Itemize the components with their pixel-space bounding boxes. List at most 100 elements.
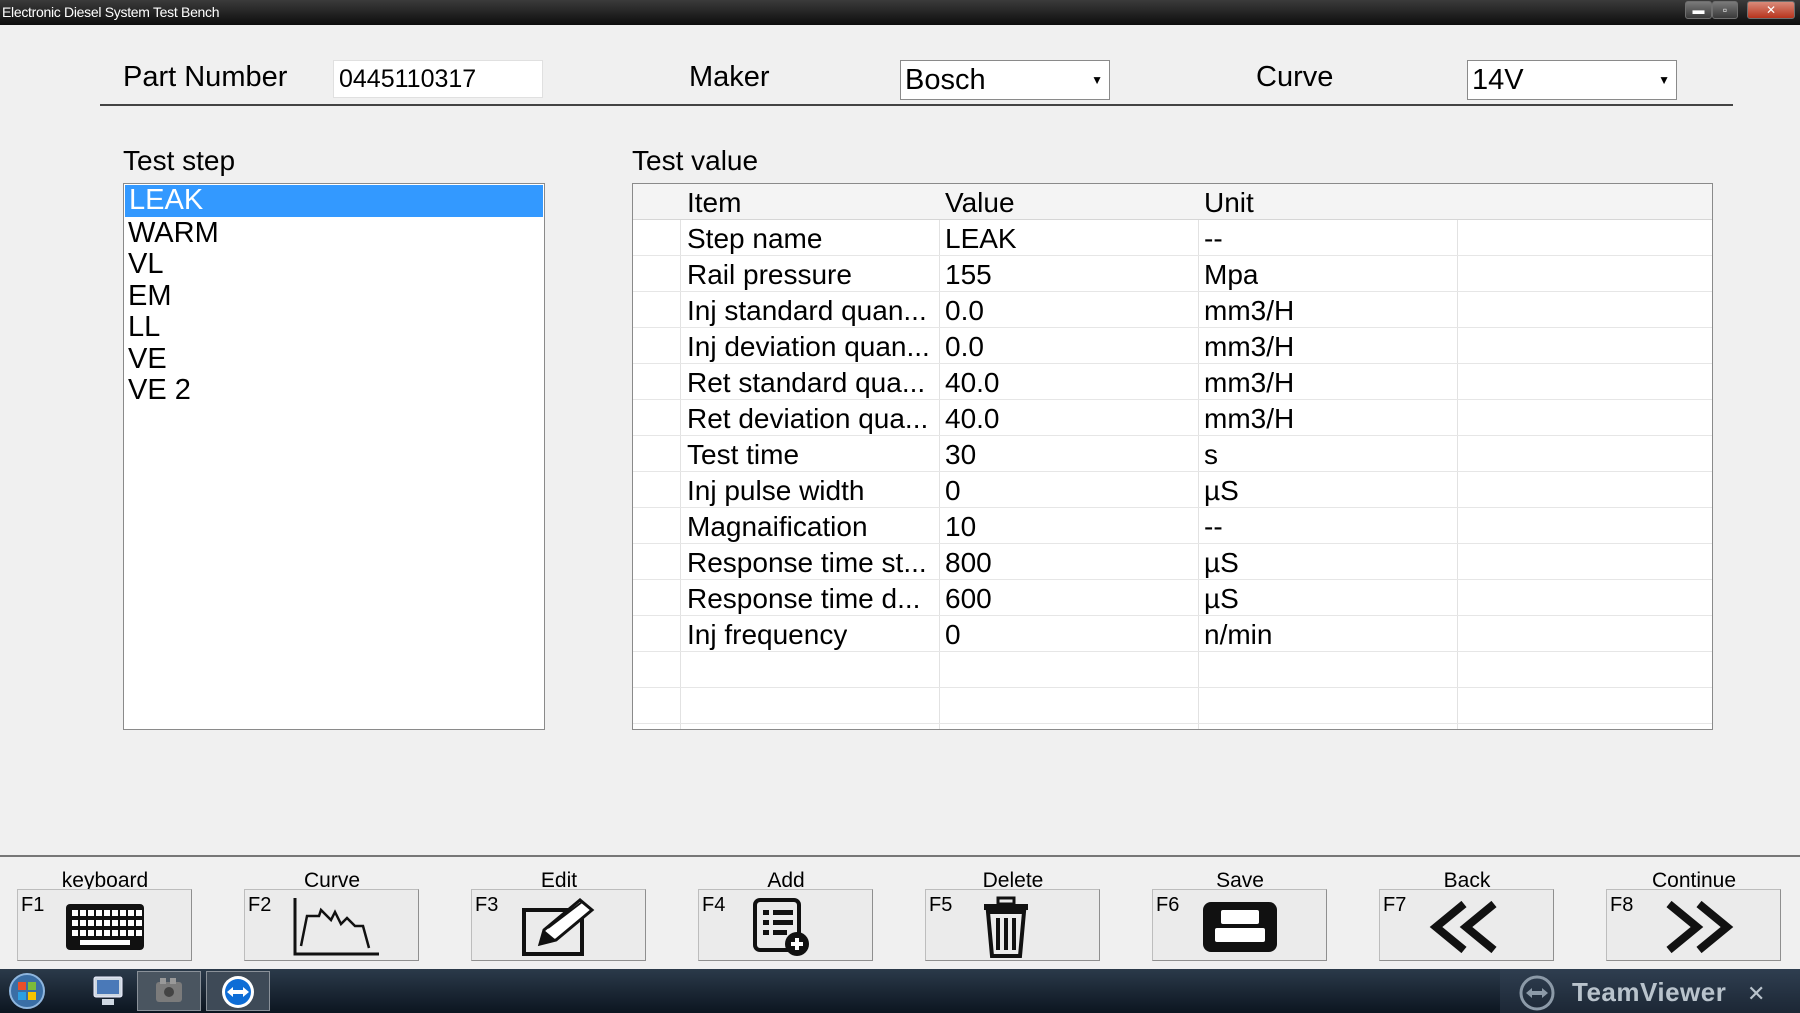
test-step-label: Test step — [123, 145, 236, 176]
fkey-number: F2 — [248, 894, 272, 916]
table-row[interactable]: Inj standard quan... 0.0 mm3/H — [633, 292, 1712, 328]
maker-label: Maker — [689, 61, 770, 93]
step-item[interactable]: VE 2 — [124, 374, 544, 407]
cell-unit: mm3/H — [1204, 295, 1295, 326]
table-row[interactable]: Magnaification 10 -- — [633, 508, 1712, 544]
title-bar: Electronic Diesel System Test Bench ▬ ▫ … — [0, 0, 1800, 25]
cell-item: Response time d... — [687, 583, 921, 614]
teamviewer-logo-icon — [1519, 975, 1555, 1011]
table-row[interactable] — [633, 688, 1712, 724]
delete-button[interactable]: F5 — [925, 889, 1100, 961]
computer-icon — [93, 976, 123, 1005]
step-item[interactable]: WARM — [124, 217, 544, 250]
part-number-label: Part Number — [123, 61, 288, 93]
engine-icon — [156, 978, 182, 1002]
table-row[interactable] — [633, 652, 1712, 688]
table-row[interactable]: Inj frequency 0 n/min — [633, 616, 1712, 652]
header-divider — [100, 104, 1733, 106]
maker-select[interactable]: Bosch ▼ — [900, 60, 1110, 100]
teamviewer-close-button[interactable]: ✕ — [1747, 981, 1765, 1007]
curve-button[interactable]: F2 — [244, 889, 419, 961]
cell-value: 40.0 — [945, 367, 1000, 398]
part-number-input[interactable] — [333, 60, 543, 98]
cell-unit: mm3/H — [1204, 367, 1295, 398]
cell-unit: Mpa — [1204, 259, 1259, 290]
cell-item: Step name — [687, 223, 823, 254]
curve-select-value: 14V — [1472, 64, 1524, 96]
close-button[interactable]: ✕ — [1747, 1, 1795, 19]
teamviewer-icon — [222, 976, 254, 1008]
cell-unit: n/min — [1204, 619, 1273, 650]
cell-value: 0.0 — [945, 295, 984, 326]
table-row[interactable]: Rail pressure 155 Mpa — [633, 256, 1712, 292]
table-row[interactable]: Inj pulse width 0 µS — [633, 472, 1712, 508]
cell-value: 0 — [945, 619, 961, 650]
cell-value: 0.0 — [945, 331, 984, 362]
table-row[interactable]: Inj deviation quan... 0.0 mm3/H — [633, 328, 1712, 364]
cell-item: Ret standard qua... — [687, 367, 926, 398]
taskbar-app-computer[interactable] — [80, 971, 136, 1011]
cell-value: 40.0 — [945, 403, 1000, 434]
cell-value: 30 — [945, 439, 977, 470]
test-step-list[interactable]: LEAK WARM VL EM LL VE VE 2 — [123, 183, 545, 730]
teamviewer-label: TeamViewer — [1572, 977, 1727, 1007]
windows-orb-icon — [9, 973, 45, 1009]
cell-item: Ret deviation qua... — [687, 403, 929, 434]
maker-select-value: Bosch — [905, 64, 986, 96]
cell-item: Inj deviation quan... — [687, 331, 930, 362]
grid-header-row: Item Value Unit — [633, 184, 1712, 220]
table-row[interactable]: Response time st... 800 µS — [633, 544, 1712, 580]
column-header-value[interactable]: Value — [945, 184, 1015, 220]
taskbar-app-engine[interactable] — [137, 971, 201, 1011]
curve-select[interactable]: 14V ▼ — [1467, 60, 1677, 100]
cell-value: 0 — [945, 475, 961, 506]
fkey-number: F8 — [1610, 894, 1634, 916]
keyboard-button[interactable]: F1 — [17, 889, 192, 961]
cell-value: 600 — [945, 583, 992, 614]
table-row[interactable]: Response time d... 600 µS — [633, 580, 1712, 616]
teamviewer-panel: TeamViewer ✕ — [1500, 969, 1800, 1013]
table-row[interactable]: Step name LEAK -- — [633, 220, 1712, 256]
cell-value: 10 — [945, 511, 977, 542]
step-item[interactable]: VL — [124, 248, 544, 281]
step-item[interactable]: VE — [124, 343, 544, 376]
column-header-item[interactable]: Item — [687, 184, 741, 220]
table-row[interactable]: Ret standard qua... 40.0 mm3/H — [633, 364, 1712, 400]
column-header-unit[interactable]: Unit — [1204, 184, 1254, 220]
fkey-number: F5 — [929, 894, 953, 916]
test-value-grid[interactable]: Item Value Unit Step name LEAK -- Rail pres… — [632, 183, 1713, 730]
dropdown-arrow-icon: ▼ — [1658, 73, 1670, 87]
table-row[interactable]: Ret deviation qua... 40.0 mm3/H — [633, 400, 1712, 436]
edit-button[interactable]: F3 — [471, 889, 646, 961]
dropdown-arrow-icon: ▼ — [1091, 73, 1103, 87]
fkey-number: F3 — [475, 894, 499, 916]
step-item[interactable]: LL — [124, 311, 544, 344]
start-button[interactable] — [4, 971, 54, 1011]
cell-value: 800 — [945, 547, 992, 578]
cell-item: Rail pressure — [687, 259, 852, 290]
cell-unit: mm3/H — [1204, 331, 1295, 362]
maximize-button[interactable]: ▫ — [1712, 1, 1738, 19]
test-value-label: Test value — [632, 145, 759, 176]
fkey-number: F4 — [702, 894, 726, 916]
save-button[interactable]: F6 — [1152, 889, 1327, 961]
step-item[interactable]: LEAK — [125, 184, 543, 217]
cell-item: Test time — [687, 439, 800, 470]
cell-unit: µS — [1204, 475, 1239, 506]
cell-value: LEAK — [945, 223, 1017, 254]
cell-unit: s — [1204, 439, 1218, 470]
fkey-number: F7 — [1383, 894, 1407, 916]
continue-button[interactable]: F8 — [1606, 889, 1781, 961]
step-item[interactable]: EM — [124, 280, 544, 313]
taskbar-app-teamviewer[interactable] — [206, 971, 270, 1011]
cell-item: Inj pulse width — [687, 475, 865, 506]
curve-label: Curve — [1256, 61, 1334, 93]
cell-item: Inj frequency — [687, 619, 848, 650]
cell-unit: -- — [1204, 223, 1223, 254]
back-button[interactable]: F7 — [1379, 889, 1554, 961]
add-button[interactable]: F4 — [698, 889, 873, 961]
window-title: Electronic Diesel System Test Bench — [2, 4, 220, 20]
table-row[interactable]: Test time 30 s — [633, 436, 1712, 472]
minimize-button[interactable]: ▬ — [1685, 1, 1712, 19]
cell-unit: mm3/H — [1204, 403, 1295, 434]
